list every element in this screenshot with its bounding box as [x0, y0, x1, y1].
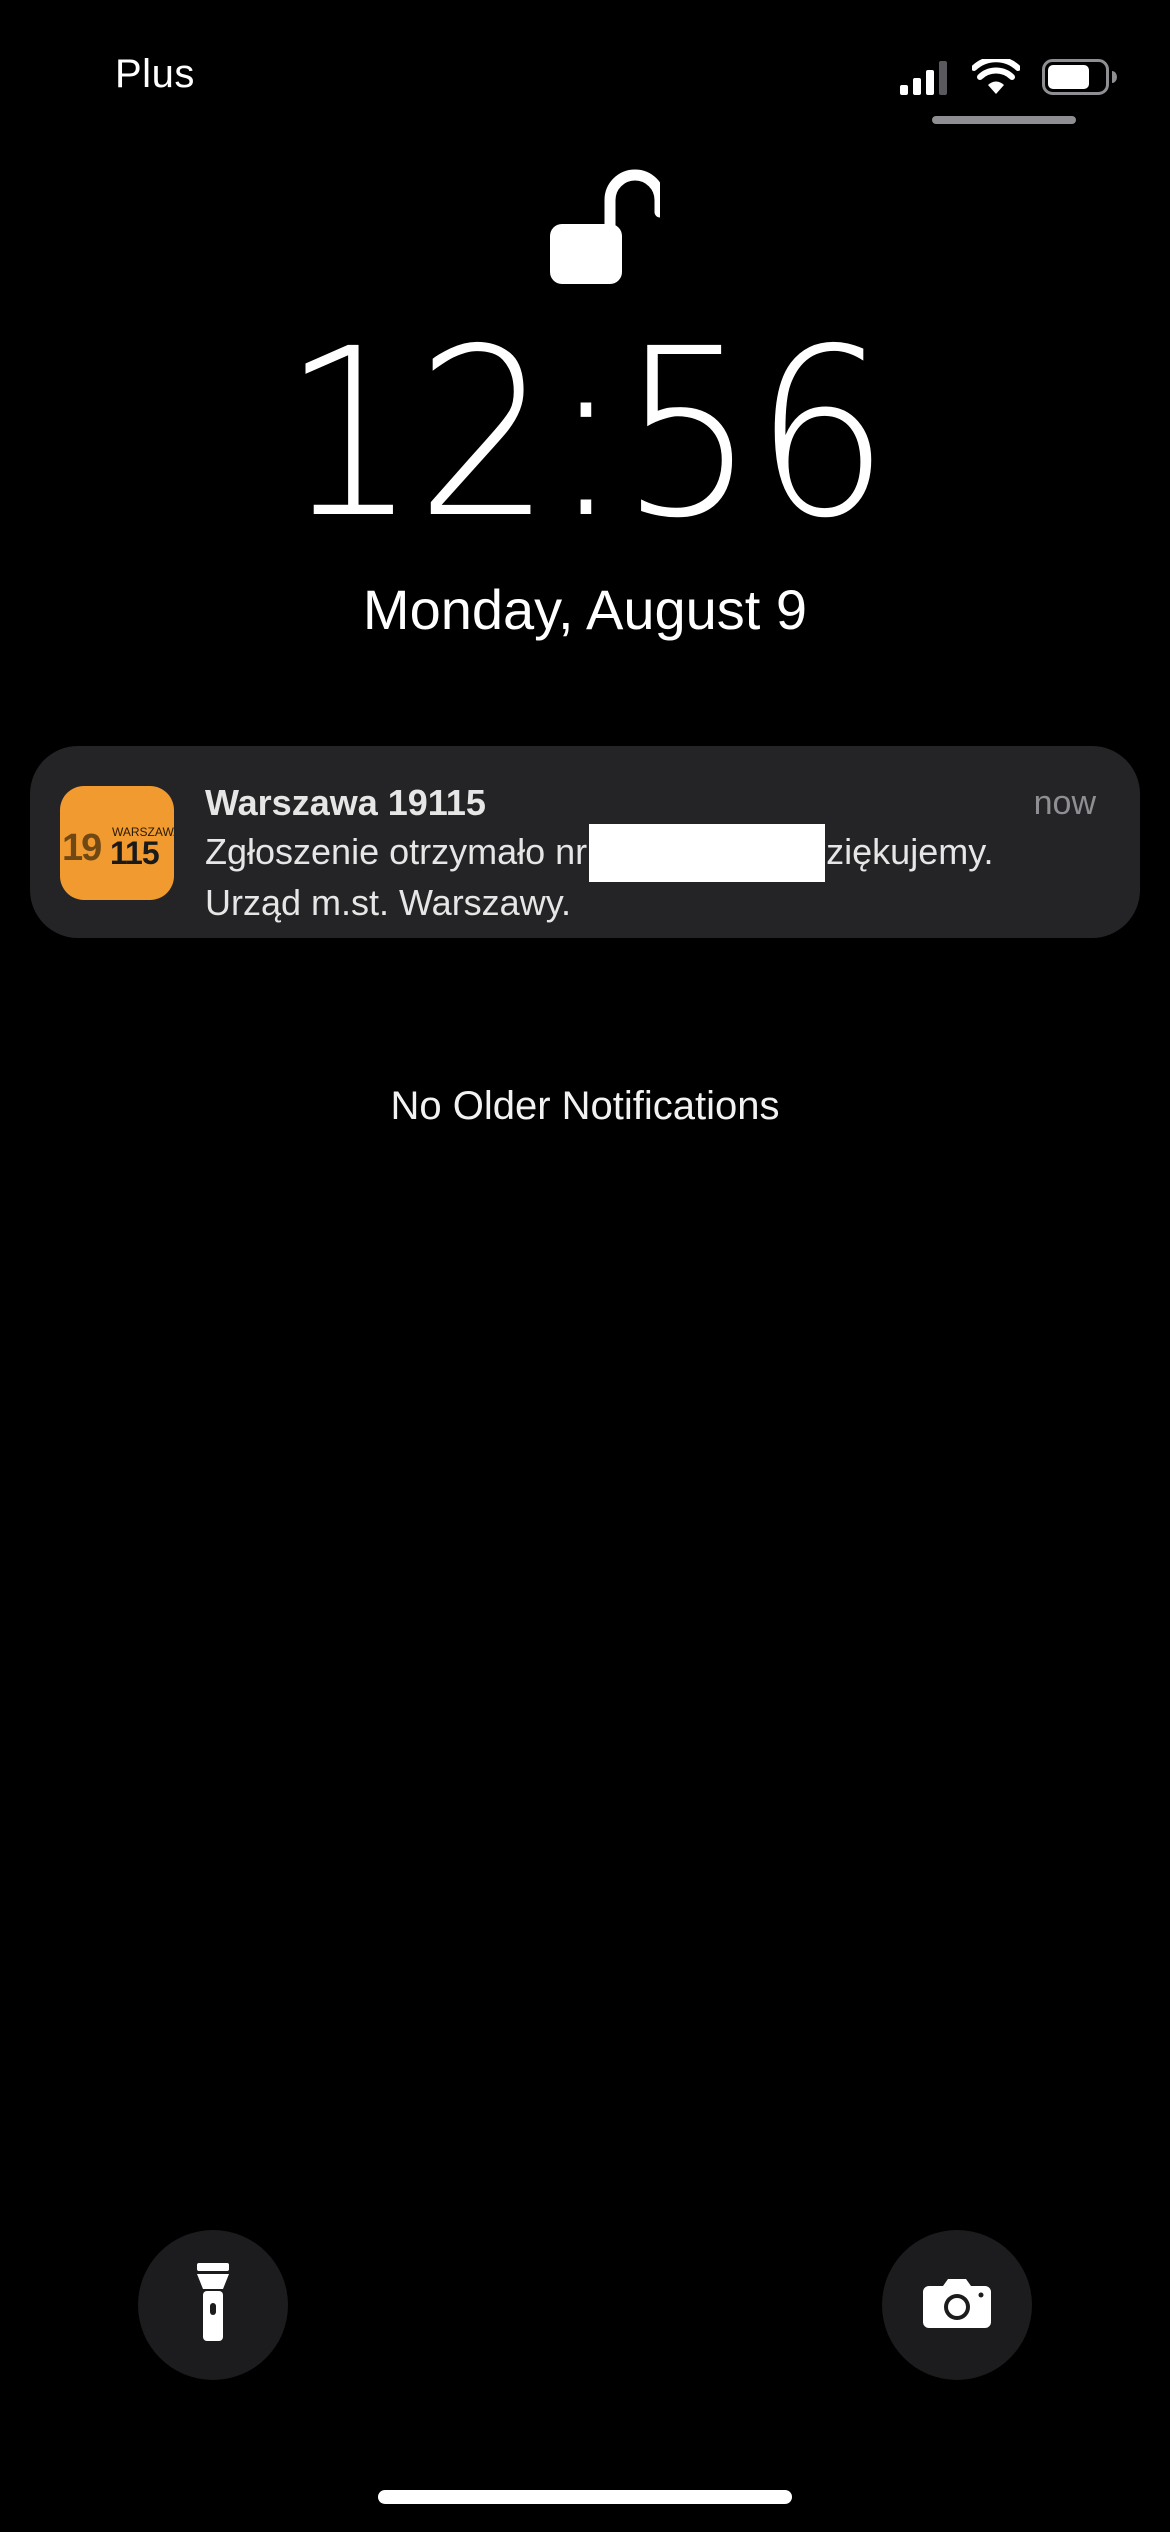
unlocked-padlock-icon: [548, 160, 666, 290]
cellular-signal-icon: [900, 59, 950, 95]
notification-body-line-1: Zgłoszenie otrzymało nr ziękujemy.: [205, 824, 1105, 882]
flashlight-button[interactable]: [138, 2230, 288, 2380]
status-icons: [900, 52, 1118, 102]
notification-time: now: [1033, 784, 1096, 822]
flashlight-icon: [193, 2262, 233, 2348]
redacted-number: [589, 824, 826, 882]
camera-icon: [923, 2278, 991, 2333]
notification-body: Zgłoszenie otrzymało nr ziękujemy. Urząd …: [205, 824, 1105, 924]
lock-screen-date: Monday, August 9: [362, 578, 808, 641]
notification-body-line-2: Urząd m.st. Warszawy.: [205, 882, 572, 923]
control-center-indicator[interactable]: [932, 116, 1076, 124]
notification-card[interactable]: 19 WARSZAWA 115 Warszawa 19115 now Zgłos…: [30, 746, 1140, 938]
carrier-name: Plus: [115, 52, 195, 96]
wifi-icon: [972, 59, 1020, 95]
home-indicator[interactable]: [378, 2490, 792, 2504]
svg-text:115: 115: [110, 835, 159, 871]
notification-body-text-start: Zgłoszenie otrzymało nr: [205, 831, 588, 872]
warszawa-19115-app-icon: 19 WARSZAWA 115: [60, 786, 174, 900]
lock-screen-time: 12:56: [282, 299, 890, 569]
no-older-notifications-label: No Older Notifications: [390, 1084, 780, 1128]
notification-body-text-end: ziękujemy.: [826, 831, 994, 872]
camera-button[interactable]: [882, 2230, 1032, 2380]
notification-title: Warszawa 19115: [205, 782, 486, 823]
svg-text:19: 19: [62, 827, 101, 869]
battery-icon: [1042, 59, 1118, 95]
